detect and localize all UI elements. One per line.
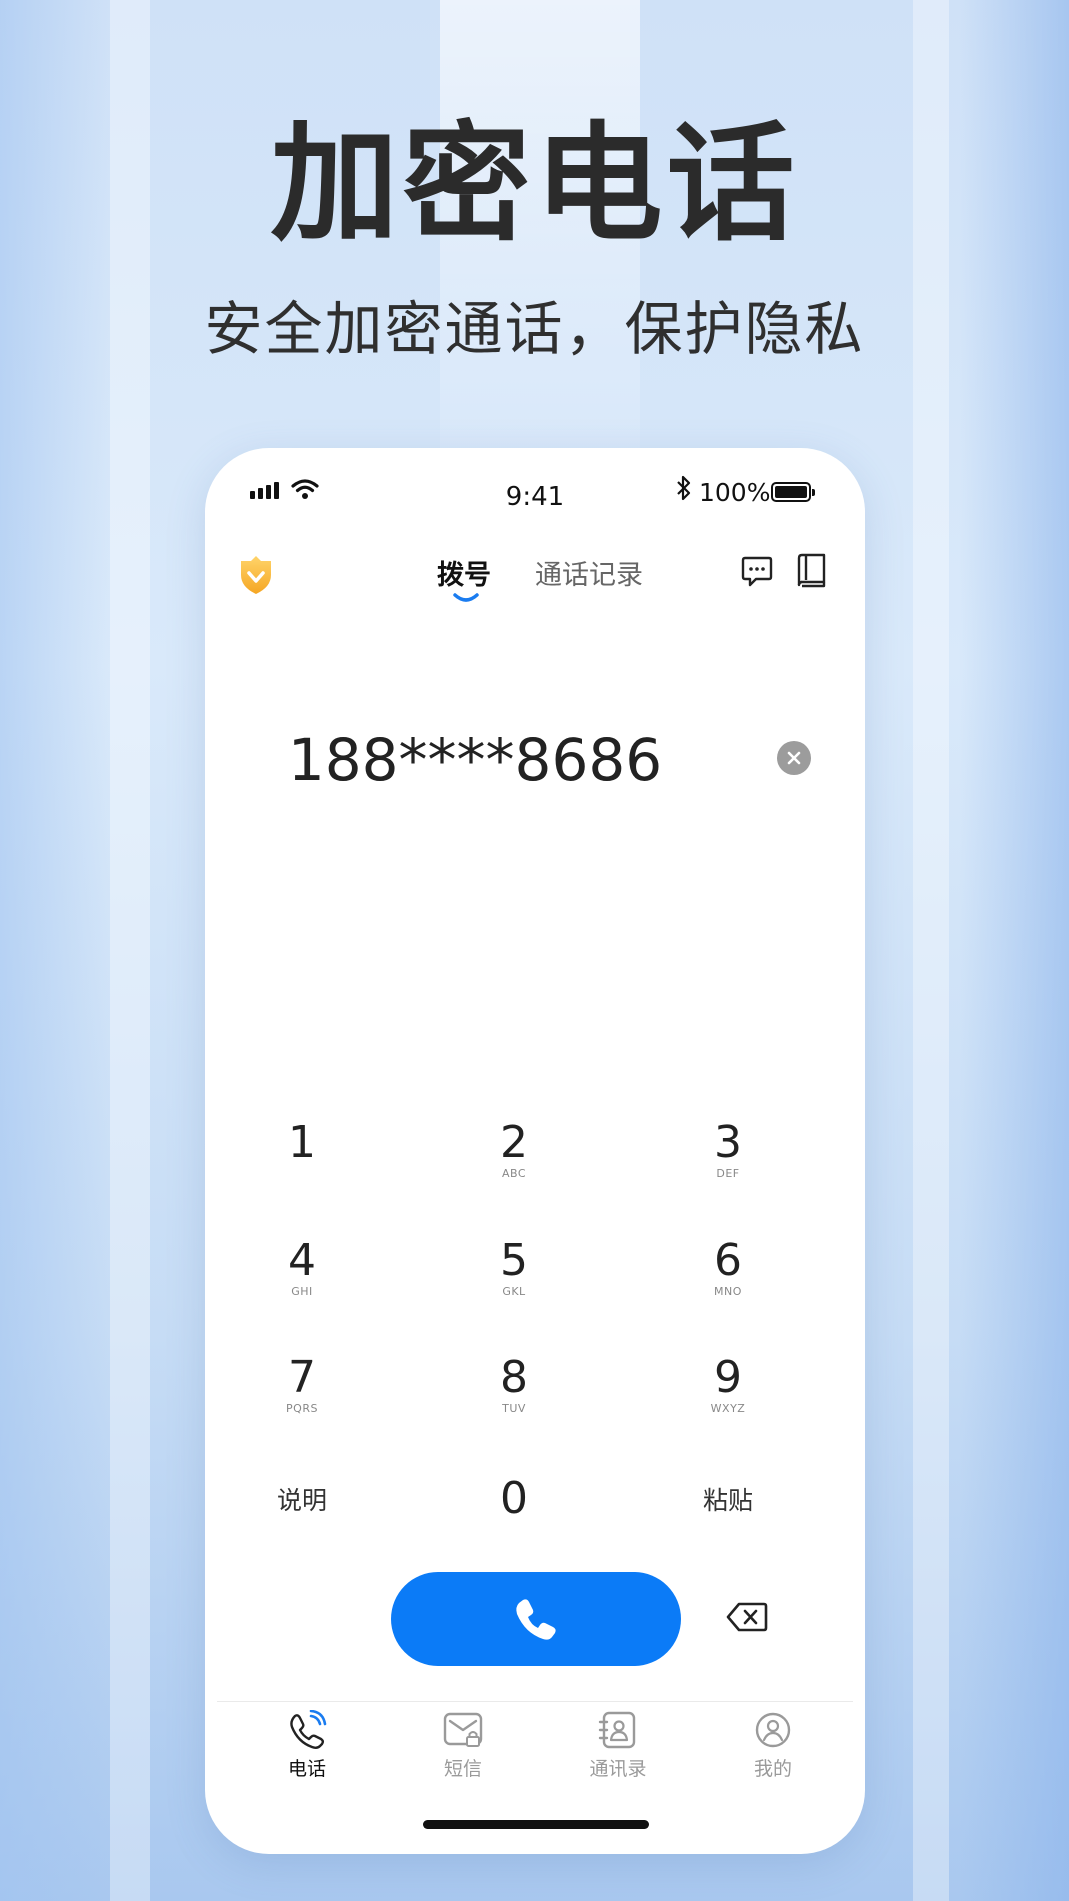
hero-title: 加密电话 <box>270 110 799 259</box>
key-9[interactable]: 9 WXYZ <box>648 1353 808 1443</box>
profile-icon <box>755 1712 791 1748</box>
clear-number-button[interactable] <box>777 741 811 775</box>
key-6[interactable]: 6 MNO <box>648 1236 808 1326</box>
hero-subtitle: 安全加密通话，保护隐私 <box>204 295 865 363</box>
key-8[interactable]: 8 TUV <box>434 1353 594 1443</box>
phone-screen: 9:41 100% 拨号 通话记录 188****8686 1 2 ABC 3 … <box>205 448 865 1854</box>
phone-call-icon <box>290 1710 327 1749</box>
key-5[interactable]: 5 GKL <box>434 1236 594 1326</box>
phone-icon <box>516 1599 556 1640</box>
home-indicator <box>423 1820 649 1829</box>
backspace-icon[interactable] <box>725 1600 769 1634</box>
key-1[interactable]: 1 <box>222 1118 382 1208</box>
key-2[interactable]: 2 ABC <box>434 1118 594 1208</box>
dialed-number: 188****8686 <box>287 726 663 794</box>
contacts-icon <box>598 1711 636 1749</box>
tab-dial[interactable]: 拨号 <box>437 553 491 592</box>
battery-percent: 100% <box>699 478 771 507</box>
instructions-button[interactable]: 说明 <box>222 1468 382 1558</box>
status-bar: 9:41 100% <box>205 448 865 528</box>
active-tab-indicator <box>453 593 479 602</box>
key-0[interactable]: 0 <box>434 1468 594 1558</box>
tab-call-log[interactable]: 通话记录 <box>535 553 643 592</box>
key-4[interactable]: 4 GHI <box>222 1236 382 1326</box>
nav-contacts[interactable]: 通讯录 <box>568 1710 668 1781</box>
key-3[interactable]: 3 DEF <box>648 1118 808 1208</box>
sms-lock-icon <box>443 1712 483 1747</box>
nav-sms[interactable]: 短信 <box>413 1710 513 1781</box>
nav-profile[interactable]: 我的 <box>723 1710 823 1781</box>
message-icon[interactable] <box>740 554 774 588</box>
battery-icon <box>771 482 815 502</box>
contacts-book-icon[interactable] <box>795 552 829 588</box>
nav-phone[interactable]: 电话 <box>257 1710 357 1781</box>
bluetooth-icon <box>677 475 691 501</box>
paste-button[interactable]: 粘贴 <box>648 1468 808 1558</box>
key-7[interactable]: 7 PQRS <box>222 1353 382 1443</box>
call-button[interactable] <box>391 1572 681 1666</box>
close-icon <box>787 751 801 765</box>
tab-bar-divider <box>217 1701 853 1702</box>
